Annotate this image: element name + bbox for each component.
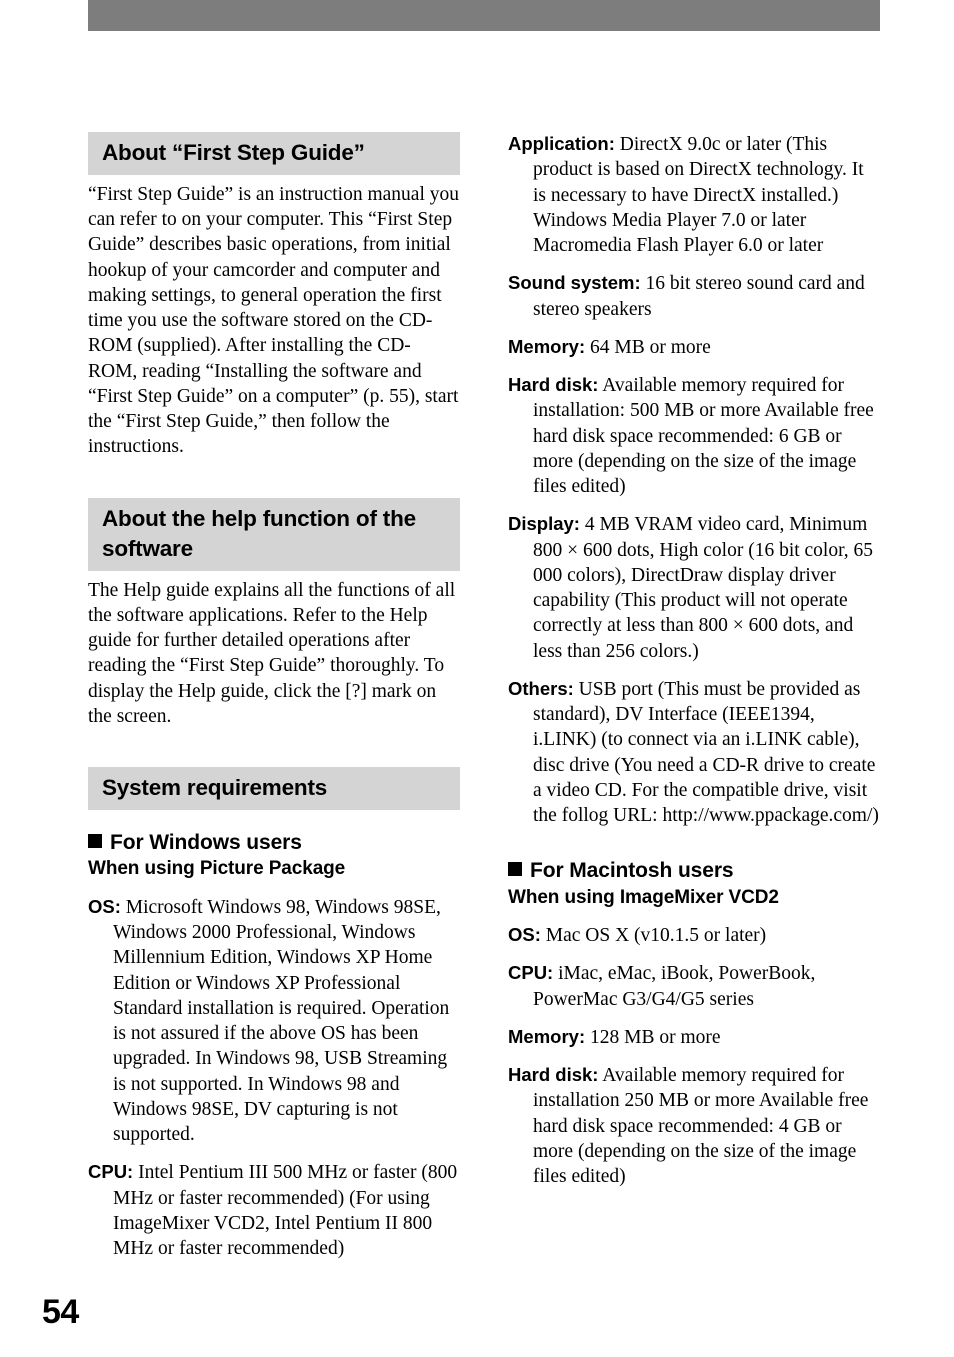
spec-value: 64 MB or more — [589, 336, 711, 358]
subsection-heading-for-macintosh-users: For Macintosh users — [508, 858, 880, 884]
subsection-subheading-picture-package: When using Picture Package — [88, 858, 346, 880]
spec-value: Microsoft Windows 98, Windows 98SE, Wind… — [113, 896, 450, 1146]
square-bullet-icon — [88, 833, 102, 848]
right-column: Application: DirectX 9.0c or later (This… — [508, 132, 880, 1189]
spec-label: Hard disk: — [508, 1064, 599, 1086]
two-column-layout: About “First Step Guide” “First Step Gui… — [88, 132, 880, 1261]
page-content: About “First Step Guide” “First Step Gui… — [88, 132, 880, 1261]
spec-label: Sound system: — [508, 272, 641, 294]
spec-item: Hard disk: Available memory required for… — [508, 1063, 880, 1189]
spec-label: CPU: — [88, 1161, 134, 1183]
spec-label: Application: — [508, 133, 615, 154]
spec-item: Display: 4 MB VRAM video card, Minimum 8… — [508, 512, 880, 664]
spec-label: Others: — [508, 677, 574, 699]
spec-item: Application: DirectX 9.0c or later (This… — [508, 132, 880, 258]
spec-value: Intel Pentium III 500 MHz or faster (800… — [113, 1162, 458, 1260]
spec-value: 4 MB VRAM video card, Minimum 800 × 600 … — [533, 514, 874, 662]
subsection-heading-label: For Windows users — [110, 830, 302, 854]
section-body-help-function: The Help guide explains all the function… — [88, 579, 456, 727]
spec-item: OS: Microsoft Windows 98, Windows 98SE, … — [88, 895, 460, 1148]
spec-label: Memory: — [508, 335, 586, 357]
subsection-heading-for-windows-users: For Windows users — [88, 830, 460, 856]
spec-item: OS: Mac OS X (v10.1.5 or later) — [508, 923, 880, 948]
spec-item: Hard disk: Available memory required for… — [508, 373, 880, 499]
page-header-bar — [88, 0, 880, 31]
page-number: 54 — [42, 1293, 79, 1331]
spec-item: Others: USB port (This must be provided … — [508, 677, 880, 829]
spec-item: Sound system: 16 bit stereo sound card a… — [508, 271, 880, 322]
spec-label: Memory: — [508, 1025, 586, 1047]
spec-label: Hard disk: — [508, 374, 599, 395]
spec-label: OS: — [88, 895, 121, 917]
spec-item: Memory: 64 MB or more — [508, 335, 880, 360]
section-body-about-first-step-guide: “First Step Guide” is an instruction man… — [88, 183, 459, 458]
spec-label: CPU: — [508, 962, 554, 984]
spec-value: USB port (This must be provided as stand… — [533, 678, 879, 826]
spec-item: CPU: iMac, eMac, iBook, PowerBook, Power… — [508, 961, 880, 1012]
spec-item: Memory: 128 MB or more — [508, 1025, 880, 1050]
spec-item: CPU: Intel Pentium III 500 MHz or faster… — [88, 1160, 460, 1261]
spec-label: Display: — [508, 513, 580, 535]
spec-value: iMac, eMac, iBook, PowerBook, PowerMac G… — [533, 963, 816, 1010]
spec-value: Mac OS X (v10.1.5 or later) — [545, 925, 767, 947]
spec-label: OS: — [508, 924, 541, 946]
spec-value: 128 MB or more — [589, 1026, 721, 1048]
subsection-subheading-imagemixer-vcd2: When using ImageMixer VCD2 — [508, 886, 779, 908]
subsection-heading-label: For Macintosh users — [530, 859, 734, 883]
section-heading-system-requirements: System requirements — [88, 767, 460, 810]
left-column: About “First Step Guide” “First Step Gui… — [88, 132, 460, 1261]
section-heading-about-first-step-guide: About “First Step Guide” — [88, 132, 460, 175]
section-heading-help-function: About the help function of the software — [88, 497, 460, 571]
square-bullet-icon — [508, 862, 522, 877]
